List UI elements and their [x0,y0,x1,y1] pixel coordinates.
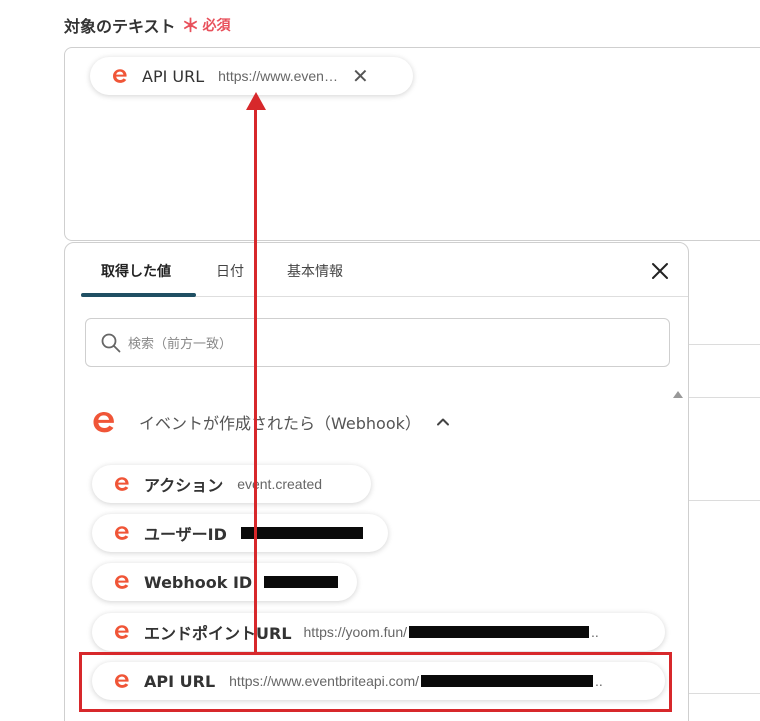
search-input[interactable]: 検索（前方一致） [85,318,670,367]
value-item-value: event.created [237,476,323,492]
value-item-label: アクション [144,476,224,495]
background-divider [689,344,760,345]
field-label: 対象のテキスト ＊ 必須 [64,12,231,38]
value-item-value: https://yoom.fun/ [303,624,408,640]
tab-bar: 取得した値 日付 基本情報 [81,243,688,297]
annotation-arrow-line [254,108,257,652]
annotation-arrow-head [246,92,266,110]
value-item[interactable]: ユーザーID [92,514,388,552]
eventbrite-e-icon [93,411,114,433]
ellipsis: .. [591,624,599,640]
active-tab-indicator [81,293,196,297]
required-text: 必須 [202,18,231,34]
eventbrite-e-icon [115,625,129,639]
field-label-text: 対象のテキスト [64,17,176,36]
annotation-highlight-box [79,652,672,712]
value-item-label: エンドポイントURL [144,624,292,643]
value-item[interactable]: Webhook ID [92,563,357,601]
selected-value-chip[interactable]: API URL https://www.even… ✕ [90,57,413,95]
chip-value: https://www.even… [218,68,338,84]
background-divider [689,500,760,501]
value-item-label: ユーザーID [144,525,227,544]
tab-basic-info[interactable]: 基本情報 [287,261,343,281]
eventbrite-e-icon [115,526,129,540]
required-star: ＊ [181,16,200,37]
redacted-value [240,527,363,539]
close-icon[interactable]: ✕ [352,64,369,88]
trigger-section-header[interactable]: イベントが作成されたら（Webhook） [89,407,451,437]
scroll-up-arrow[interactable] [673,391,683,398]
background-divider [689,397,760,398]
chevron-up-icon [436,418,449,426]
eventbrite-e-icon [115,477,129,491]
redacted-value [264,576,339,588]
tab-acquired-values[interactable]: 取得した値 [101,261,171,281]
eventbrite-e-icon [113,69,127,83]
value-item-label: Webhook ID [144,572,253,592]
redacted-value [409,626,590,638]
background-divider [689,693,760,694]
section-title: イベントが作成されたら（Webhook） [139,414,421,433]
tab-date[interactable]: 日付 [216,261,244,281]
chip-label: API URL [142,66,205,86]
search-placeholder: 検索（前方一致） [128,337,233,352]
eventbrite-e-icon [115,575,129,589]
search-icon [101,333,121,352]
close-icon[interactable] [650,261,670,281]
value-item[interactable]: エンドポイントURL https://yoom.fun/ .. [92,613,665,651]
value-item[interactable]: アクション event.created [92,465,371,503]
